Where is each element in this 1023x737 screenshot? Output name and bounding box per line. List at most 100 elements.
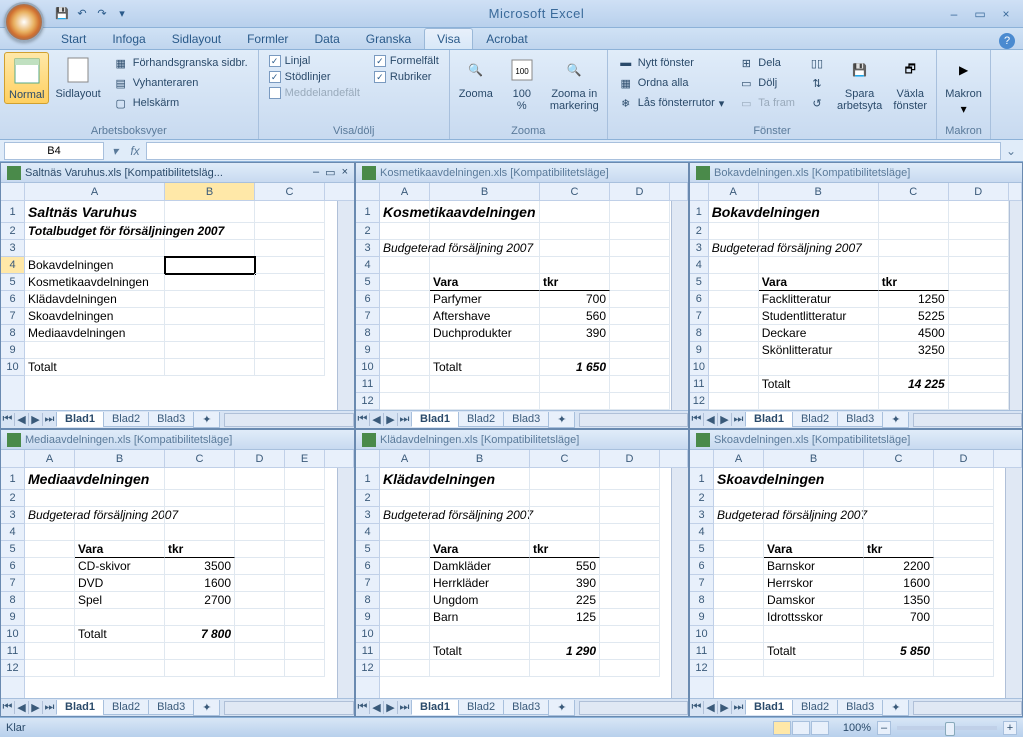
cell[interactable]: 390	[530, 575, 600, 592]
row-header[interactable]: 12	[356, 393, 379, 410]
column-header[interactable]: A	[380, 183, 430, 200]
cell[interactable]	[235, 558, 285, 575]
column-header[interactable]: D	[949, 183, 1009, 200]
page-layout-button[interactable]: Sidlayout	[51, 52, 104, 102]
row-header[interactable]: 12	[1, 660, 24, 677]
cell[interactable]	[610, 274, 670, 291]
next-sheet-icon[interactable]: ▶	[29, 413, 43, 426]
last-sheet-icon[interactable]: ⏭	[43, 413, 57, 426]
redo-icon[interactable]: ↷	[94, 6, 110, 22]
cell[interactable]: Bokavdelningen	[25, 257, 165, 274]
cell[interactable]	[380, 541, 430, 558]
cell[interactable]	[430, 342, 540, 359]
zoom-out-button[interactable]: –	[877, 721, 891, 735]
row-header[interactable]: 1	[356, 468, 379, 490]
row-header[interactable]: 8	[1, 592, 24, 609]
wb-close-icon[interactable]: ×	[342, 166, 348, 179]
select-all-corner[interactable]	[356, 183, 380, 201]
cell[interactable]: 3500	[165, 558, 235, 575]
cell[interactable]	[255, 274, 325, 291]
first-sheet-icon[interactable]: ⏮	[690, 701, 704, 714]
cell[interactable]	[610, 325, 670, 342]
split-button[interactable]: ⊞Dela	[736, 54, 797, 72]
cell[interactable]	[165, 359, 255, 376]
cell[interactable]	[255, 308, 325, 325]
cell[interactable]	[430, 490, 530, 507]
cell[interactable]	[75, 468, 165, 490]
row-header[interactable]: 7	[1, 575, 24, 592]
cell[interactable]	[934, 660, 994, 677]
cell[interactable]	[380, 223, 430, 240]
qat-dropdown-icon[interactable]: ▾	[114, 6, 130, 22]
row-header[interactable]: 9	[1, 342, 24, 359]
cell[interactable]: Ungdom	[430, 592, 530, 609]
row-header[interactable]: 11	[1, 643, 24, 660]
cell[interactable]: Herrskor	[764, 575, 864, 592]
cell[interactable]: Vara	[759, 274, 879, 291]
cell[interactable]	[949, 257, 1009, 274]
column-header[interactable]: B	[759, 183, 879, 200]
cell[interactable]	[25, 558, 75, 575]
cell[interactable]	[600, 524, 660, 541]
cell[interactable]: Barnskor	[764, 558, 864, 575]
column-header[interactable]: A	[25, 450, 75, 467]
tab-infoga[interactable]: Infoga	[99, 28, 158, 49]
cell[interactable]	[879, 257, 949, 274]
cell[interactable]	[285, 609, 325, 626]
cell[interactable]	[610, 308, 670, 325]
cell[interactable]	[600, 609, 660, 626]
cell[interactable]: Totalbudget för försäljningen 2007	[25, 223, 165, 240]
vertical-scrollbar[interactable]	[337, 468, 354, 698]
cell[interactable]: Facklitteratur	[759, 291, 879, 308]
new-sheet-button[interactable]: ✦	[548, 700, 575, 716]
row-header[interactable]: 10	[690, 626, 713, 643]
save-icon[interactable]: 💾	[54, 6, 70, 22]
row-header[interactable]: 6	[356, 558, 379, 575]
cell[interactable]	[714, 575, 764, 592]
cell[interactable]	[165, 201, 255, 223]
undo-icon[interactable]: ↶	[74, 6, 90, 22]
column-header[interactable]: A	[25, 183, 165, 200]
cell[interactable]	[934, 558, 994, 575]
cell[interactable]	[165, 468, 235, 490]
row-header[interactable]: 4	[690, 257, 708, 274]
cell[interactable]: Budgeterad försäljning 2007	[380, 240, 430, 257]
cell[interactable]: Budgeterad försäljning 2007	[25, 507, 75, 524]
row-header[interactable]: 10	[1, 359, 24, 376]
select-all-corner[interactable]	[1, 450, 25, 468]
cell[interactable]: Budgeterad försäljning 2007	[714, 507, 764, 524]
first-sheet-icon[interactable]: ⏮	[690, 413, 704, 426]
cell[interactable]	[610, 291, 670, 308]
cell[interactable]: Totalt	[759, 376, 879, 393]
cell[interactable]: Barn	[430, 609, 530, 626]
row-header[interactable]: 8	[690, 325, 708, 342]
cell[interactable]	[764, 626, 864, 643]
cell[interactable]	[949, 240, 1009, 257]
row-header[interactable]: 11	[356, 376, 379, 393]
next-sheet-icon[interactable]: ▶	[29, 701, 43, 714]
row-header[interactable]: 7	[690, 308, 708, 325]
row-header[interactable]: 7	[356, 575, 379, 592]
page-break-preview-button[interactable]: ▦Förhandsgranska sidbr.	[111, 54, 250, 72]
row-header[interactable]: 5	[1, 541, 24, 558]
sheet-tab[interactable]: Blad3	[837, 412, 883, 427]
next-sheet-icon[interactable]: ▶	[718, 701, 732, 714]
cell[interactable]	[75, 609, 165, 626]
first-sheet-icon[interactable]: ⏮	[356, 413, 370, 426]
column-header[interactable]: C	[165, 450, 235, 467]
cell[interactable]	[235, 592, 285, 609]
maximize-button[interactable]: ▭	[969, 6, 991, 22]
ruler-checkbox[interactable]: ✓Linjal	[267, 54, 362, 68]
cell[interactable]: 3250	[879, 342, 949, 359]
sheet-tab[interactable]: Blad1	[56, 700, 104, 715]
cell[interactable]	[165, 325, 255, 342]
cell[interactable]	[949, 223, 1009, 240]
cell[interactable]	[255, 325, 325, 342]
cell[interactable]: Vara	[764, 541, 864, 558]
row-header[interactable]: 1	[1, 201, 24, 223]
cell[interactable]	[540, 376, 610, 393]
switch-windows-button[interactable]: 🗗Växla fönster	[888, 52, 932, 114]
cell[interactable]	[949, 342, 1009, 359]
cell[interactable]: 14 225	[879, 376, 949, 393]
row-header[interactable]: 10	[356, 626, 379, 643]
